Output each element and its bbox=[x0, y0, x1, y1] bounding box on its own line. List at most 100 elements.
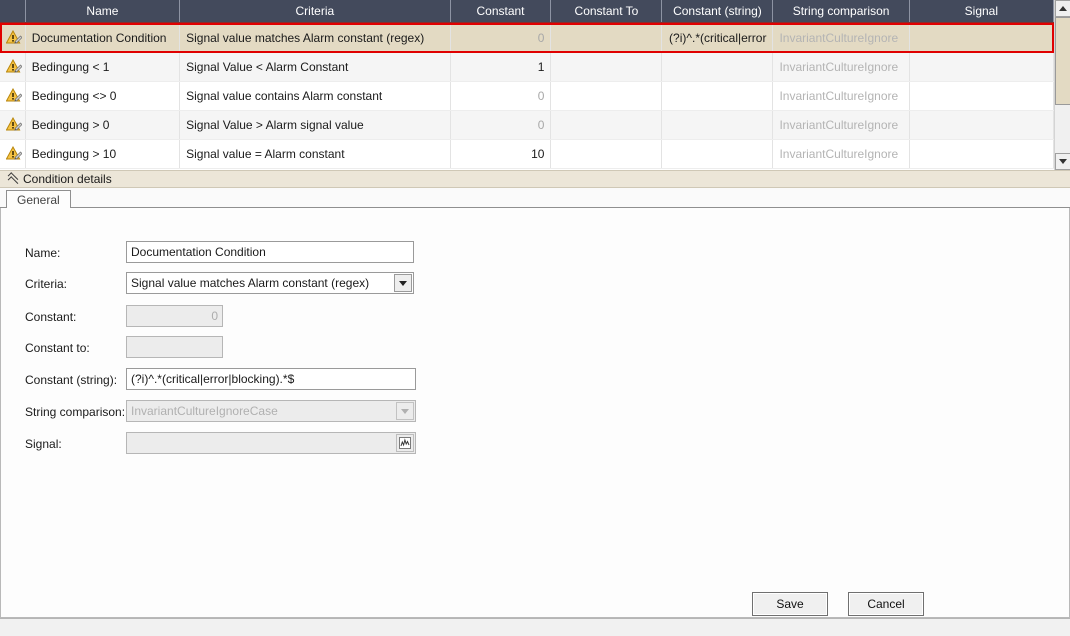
cell-constant-string bbox=[661, 139, 774, 169]
criteria-dropdown-button[interactable] bbox=[394, 274, 412, 292]
conditions-table: Name Criteria Constant Constant To Const… bbox=[0, 0, 1054, 169]
cell-constant-to bbox=[550, 110, 663, 140]
cell-constant: 0 bbox=[450, 81, 552, 111]
conditions-table-body: Documentation Condition Signal value mat… bbox=[0, 23, 1054, 169]
cell-signal bbox=[909, 110, 1054, 140]
table-row[interactable]: Bedingung > 0 Signal Value > Alarm signa… bbox=[0, 110, 1054, 140]
row-warning-cell bbox=[0, 81, 26, 111]
cell-signal bbox=[909, 52, 1054, 82]
constant-string-input[interactable] bbox=[126, 368, 416, 390]
signal-browse-button[interactable] bbox=[396, 434, 414, 452]
cell-constant: 0 bbox=[450, 110, 552, 140]
cell-criteria: Signal value = Alarm constant bbox=[179, 139, 451, 169]
cell-name: Bedingung > 0 bbox=[25, 110, 181, 140]
name-label: Name: bbox=[25, 246, 61, 260]
column-header-constant-to[interactable]: Constant To bbox=[550, 0, 663, 24]
constant-label: Constant: bbox=[25, 310, 77, 324]
name-input[interactable] bbox=[126, 241, 414, 263]
cell-constant: 0 bbox=[450, 23, 552, 53]
cell-name: Bedingung < 1 bbox=[25, 52, 181, 82]
cell-constant-to bbox=[550, 139, 663, 169]
cell-name: Bedingung > 10 bbox=[25, 139, 181, 169]
cell-criteria: Signal value matches Alarm constant (reg… bbox=[179, 23, 451, 53]
cell-constant-string bbox=[661, 81, 774, 111]
column-header-criteria[interactable]: Criteria bbox=[179, 0, 451, 24]
column-header-constant[interactable]: Constant bbox=[450, 0, 552, 24]
row-warning-cell bbox=[0, 52, 26, 82]
cell-name: Documentation Condition bbox=[25, 23, 181, 53]
signal-field[interactable] bbox=[126, 432, 416, 454]
condition-details-panel: General Name: Criteria: Signal value mat… bbox=[0, 188, 1070, 618]
cell-constant-string bbox=[661, 52, 774, 82]
scroll-up-button[interactable] bbox=[1055, 0, 1070, 17]
condition-details-bar[interactable]: Condition details bbox=[0, 170, 1070, 188]
criteria-dropdown-value: Signal value matches Alarm constant (reg… bbox=[131, 276, 370, 290]
constant-to-label: Constant to: bbox=[25, 341, 90, 355]
criteria-label: Criteria: bbox=[25, 277, 68, 291]
table-row[interactable]: Bedingung < 1 Signal Value < Alarm Const… bbox=[0, 52, 1054, 82]
conditions-grid-viewport: Name Criteria Constant Constant To Const… bbox=[0, 0, 1054, 170]
warning-edit-icon bbox=[6, 30, 22, 45]
row-warning-cell bbox=[0, 110, 26, 140]
row-warning-cell bbox=[0, 139, 26, 169]
cell-constant-string bbox=[661, 110, 774, 140]
cell-constant: 1 bbox=[450, 52, 552, 82]
cell-criteria: Signal Value > Alarm signal value bbox=[179, 110, 451, 140]
cell-string-comparison: InvariantCultureIgnore bbox=[772, 52, 910, 82]
chevron-down-icon bbox=[399, 280, 407, 286]
string-comparison-value: InvariantCultureIgnoreCase bbox=[131, 404, 278, 418]
cell-constant-to bbox=[550, 23, 663, 53]
string-comparison-dropdown[interactable]: InvariantCultureIgnoreCase bbox=[126, 400, 416, 422]
cell-name: Bedingung <> 0 bbox=[25, 81, 181, 111]
constant-to-input[interactable] bbox=[126, 336, 223, 358]
warning-edit-icon bbox=[6, 88, 22, 103]
row-warning-cell bbox=[0, 23, 26, 53]
cell-criteria: Signal value contains Alarm constant bbox=[179, 81, 451, 111]
cancel-button[interactable]: Cancel bbox=[848, 592, 924, 616]
cell-signal bbox=[909, 139, 1054, 169]
tabstrip: General bbox=[0, 188, 1070, 209]
chevron-down-icon bbox=[401, 408, 409, 414]
column-header-name[interactable]: Name bbox=[25, 0, 181, 24]
condition-details-title: Condition details bbox=[23, 172, 112, 186]
signal-label: Signal: bbox=[25, 437, 62, 451]
conditions-grid: Name Criteria Constant Constant To Const… bbox=[0, 0, 1070, 170]
column-header-string-comparison[interactable]: String comparison bbox=[772, 0, 910, 24]
criteria-dropdown[interactable]: Signal value matches Alarm constant (reg… bbox=[126, 272, 414, 294]
table-row[interactable]: Documentation Condition Signal value mat… bbox=[0, 23, 1054, 53]
double-chevron-up-icon bbox=[7, 172, 19, 187]
cell-criteria: Signal Value < Alarm Constant bbox=[179, 52, 451, 82]
cell-string-comparison: InvariantCultureIgnore bbox=[772, 139, 910, 169]
cell-constant-string: (?i)^.*(critical|error bbox=[661, 23, 774, 53]
general-tab-content: Name: Criteria: Signal value matches Ala… bbox=[0, 208, 1070, 618]
tab-general[interactable]: General bbox=[6, 190, 71, 209]
save-button[interactable]: Save bbox=[752, 592, 828, 616]
warning-edit-icon bbox=[6, 59, 22, 74]
signal-chart-icon bbox=[399, 437, 411, 449]
scrollbar-thumb[interactable] bbox=[1055, 17, 1070, 105]
cell-string-comparison: InvariantCultureIgnore bbox=[772, 23, 910, 53]
scroll-up-arrow-icon bbox=[1059, 6, 1067, 11]
scroll-down-arrow-icon bbox=[1059, 159, 1067, 164]
cell-constant-to bbox=[550, 52, 663, 82]
constant-string-label: Constant (string): bbox=[25, 373, 118, 387]
column-header-signal[interactable]: Signal bbox=[909, 0, 1054, 24]
grid-vertical-scrollbar[interactable] bbox=[1054, 0, 1070, 170]
cell-signal bbox=[909, 81, 1054, 111]
string-comparison-label: String comparison: bbox=[25, 405, 126, 419]
constant-input[interactable] bbox=[126, 305, 223, 327]
column-header-constant-string[interactable]: Constant (string) bbox=[661, 0, 774, 24]
cell-constant: 10 bbox=[450, 139, 552, 169]
table-header-row: Name Criteria Constant Constant To Const… bbox=[0, 0, 1054, 24]
table-row[interactable]: Bedingung > 10 Signal value = Alarm cons… bbox=[0, 139, 1054, 169]
scroll-down-button[interactable] bbox=[1055, 153, 1070, 170]
cell-string-comparison: InvariantCultureIgnore bbox=[772, 110, 910, 140]
condition-editor-window: Name Criteria Constant Constant To Const… bbox=[0, 0, 1070, 636]
cell-constant-to bbox=[550, 81, 663, 111]
warning-edit-icon bbox=[6, 117, 22, 132]
warning-edit-icon bbox=[6, 146, 22, 161]
table-row[interactable]: Bedingung <> 0 Signal value contains Ala… bbox=[0, 81, 1054, 111]
column-header-icon[interactable] bbox=[0, 0, 26, 24]
string-comparison-dropdown-button[interactable] bbox=[396, 402, 414, 420]
cell-string-comparison: InvariantCultureIgnore bbox=[772, 81, 910, 111]
